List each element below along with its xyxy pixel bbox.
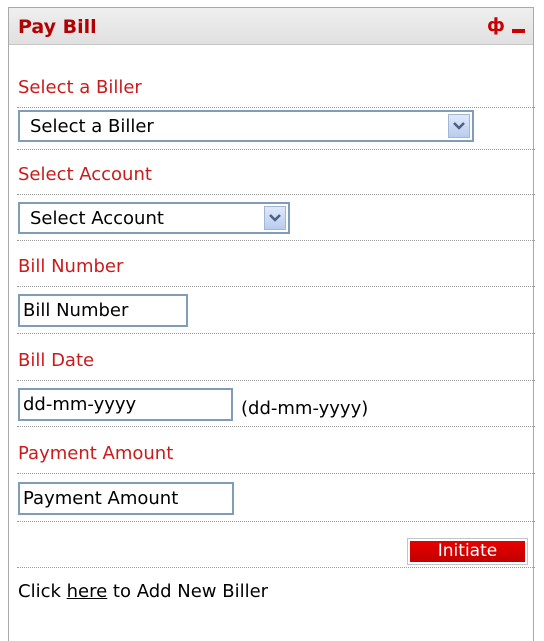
account-label: Select Account [18,164,152,185]
bill-date-format-hint: (dd-mm-yyyy) [241,398,369,419]
bill-date-value: dd-mm-yyyy [23,394,137,415]
divider [17,240,535,241]
bill-number-input[interactable]: Bill Number [18,294,188,327]
widget-title: Pay Bill [18,16,97,38]
bill-number-label: Bill Number [18,256,124,277]
biller-select[interactable]: Select a Biller [18,110,474,142]
initiate-button-label[interactable]: Initiate [410,541,525,562]
divider [17,286,535,287]
divider [17,194,535,195]
chevron-down-icon[interactable] [264,206,286,230]
divider [17,473,535,474]
add-biller-prefix: Click [18,581,67,602]
bill-date-input[interactable]: dd-mm-yyyy [18,388,233,421]
payment-amount-value: Payment Amount [23,488,179,509]
initiate-button[interactable]: Initiate [407,538,528,565]
minimize-icon[interactable] [512,29,525,33]
account-select-value: Select Account [30,208,164,229]
divider [17,149,535,150]
bill-date-label: Bill Date [18,350,95,371]
refresh-icon[interactable]: ф [487,15,505,36]
divider [17,380,535,381]
bill-number-value: Bill Number [23,300,129,321]
payment-amount-input[interactable]: Payment Amount [18,482,234,515]
widget-header: Pay Bill ф [9,8,533,45]
divider [17,521,535,522]
divider [17,333,535,334]
divider [17,107,535,108]
add-biller-link[interactable]: here [67,581,108,602]
payment-amount-label: Payment Amount [18,443,174,464]
biller-select-value: Select a Biller [30,116,154,137]
divider [17,567,535,568]
add-biller-suffix: to Add New Biller [107,581,269,602]
add-biller-text: Click here to Add New Biller [18,581,268,602]
chevron-down-icon[interactable] [448,114,470,138]
biller-label: Select a Biller [18,77,142,98]
divider [17,426,535,427]
account-select[interactable]: Select Account [18,202,290,234]
pay-bill-widget: Pay Bill ф Select a Biller Select a Bill… [8,7,535,641]
